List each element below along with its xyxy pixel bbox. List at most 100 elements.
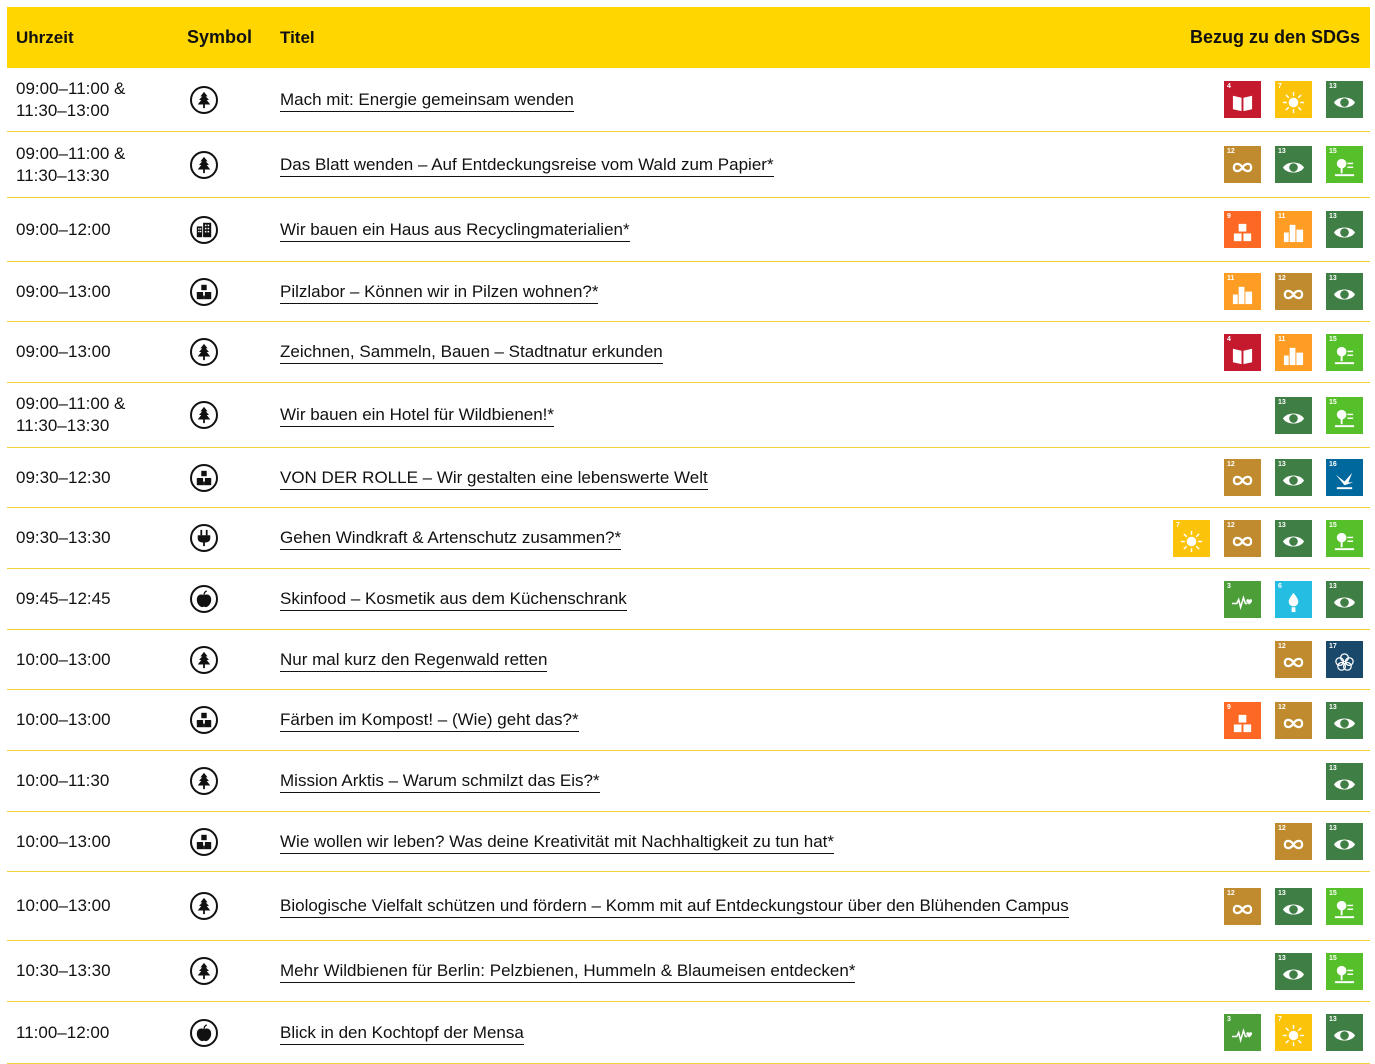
sdg-number: 4 <box>1227 83 1231 90</box>
event-title-link[interactable]: Pilzlabor – Können wir in Pilzen wohnen?… <box>280 281 599 304</box>
title-cell: Wir bauen ein Hotel für Wildbienen!* <box>255 404 1110 427</box>
time-line: 09:00–13:00 <box>16 342 111 361</box>
sdg-number: 13 <box>1329 1016 1337 1023</box>
sdg-12-badge: 12 <box>1224 146 1261 183</box>
tree-icon <box>189 150 218 179</box>
sdg-11-badge: 11 <box>1224 273 1261 310</box>
tree-icon <box>189 957 218 985</box>
table-row: 09:00–11:00 & 11:30–13:00 Mach mit: Energi… <box>7 68 1370 132</box>
time-cell: 09:00–11:00 & 11:30–13:30 <box>7 143 180 187</box>
sdg-cell: 4 7 13 <box>1110 81 1370 118</box>
sdg-15-badge: 15 <box>1326 146 1363 183</box>
plug-icon <box>189 524 218 552</box>
time-cell: 09:45–12:45 <box>7 588 180 610</box>
time-cell: 09:30–13:30 <box>7 527 180 549</box>
symbol-cell <box>180 706 255 734</box>
table-header: Uhrzeit Symbol Titel Bezug zu den SDGs <box>7 7 1370 68</box>
time-line: 09:00–11:00 & <box>16 394 126 413</box>
sdg-cell: 4 11 15 <box>1110 333 1370 371</box>
sdg-number: 13 <box>1278 461 1286 468</box>
time-cell: 10:30–13:30 <box>7 960 180 982</box>
table-row: 10:00–13:00 Biologische Vielfalt schützen… <box>7 872 1370 941</box>
time-cell: 09:30–12:30 <box>7 467 180 489</box>
time-line: 09:00–11:00 & <box>16 143 126 163</box>
tree-icon <box>189 645 218 674</box>
sdg-cell: 12 17 <box>1110 641 1370 678</box>
table-row: 09:00–11:00 & 11:30–13:30 Das Blatt wenden… <box>7 132 1370 198</box>
sdg-3-badge: 3 <box>1224 1014 1261 1051</box>
event-title-link[interactable]: Färben im Kompost! – (Wie) geht das?* <box>280 710 579 732</box>
sdg-cell: 13 15 <box>1110 396 1370 434</box>
sdg-15-badge: 15 <box>1326 952 1363 990</box>
symbol-cell <box>180 767 255 795</box>
time-line: 09:45–12:45 <box>16 589 111 608</box>
sdg-number: 13 <box>1278 954 1286 962</box>
sdg-cell: 13 <box>1110 762 1370 800</box>
header-symbol: Symbol <box>187 27 253 47</box>
sdg-7-badge: 7 <box>1275 81 1312 118</box>
title-cell: VON DER ROLLE – Wir gestalten eine leben… <box>255 467 1110 490</box>
table-row: 09:00–12:00 Wir bauen ein Haus aus Recycl… <box>7 198 1370 262</box>
tree-icon <box>189 401 218 429</box>
title-cell: Skinfood – Kosmetik aus dem Küchenschran… <box>255 588 1110 611</box>
event-title-link[interactable]: VON DER ROLLE – Wir gestalten eine leben… <box>280 467 708 490</box>
title-cell: Wie wollen wir leben? Was deine Kreativi… <box>255 831 1110 854</box>
sdg-number: 16 <box>1329 461 1337 468</box>
header-title: Titel <box>280 27 315 47</box>
time-line: 11:30–13:30 <box>16 165 110 185</box>
event-title-link[interactable]: Mach mit: Energie gemeinsam wenden <box>280 89 574 112</box>
event-title-link[interactable]: Wir bauen ein Haus aus Recyclingmaterial… <box>280 219 630 242</box>
symbol-cell <box>180 524 255 552</box>
table-row: 09:30–13:30 Gehen Windkraft & Artenschutz… <box>7 508 1370 569</box>
sdg-number: 7 <box>1278 83 1282 90</box>
event-title-link[interactable]: Gehen Windkraft & Artenschutz zusammen?* <box>280 528 622 550</box>
sdg-number: 13 <box>1278 148 1286 155</box>
title-cell: Biologische Vielfalt schützen und förder… <box>255 895 1110 918</box>
sdg-15-badge: 15 <box>1326 333 1363 371</box>
sdg-number: 12 <box>1227 148 1235 155</box>
time-cell: 09:00–12:00 <box>7 219 180 241</box>
tree-icon <box>189 892 218 920</box>
blocks-icon <box>189 463 218 492</box>
sdg-number: 13 <box>1329 213 1337 220</box>
sdg-11-badge: 11 <box>1275 333 1312 371</box>
sdg-number: 15 <box>1329 148 1337 155</box>
table-row: 11:00–12:00 Blick in den Kochtopf der Men… <box>7 1002 1370 1064</box>
time-line: 10:00–13:00 <box>16 710 111 729</box>
symbol-cell <box>180 645 255 674</box>
header-time: Uhrzeit <box>16 27 74 47</box>
sdg-13-badge: 13 <box>1326 273 1363 310</box>
sdg-13-badge: 13 <box>1326 823 1363 860</box>
event-title-link[interactable]: Mehr Wildbienen für Berlin: Pelzbienen, … <box>280 961 856 983</box>
symbol-cell <box>180 1018 255 1047</box>
event-title-link[interactable]: Biologische Vielfalt schützen und förder… <box>280 896 1069 918</box>
sdg-number: 12 <box>1227 889 1235 897</box>
sdg-13-badge: 13 <box>1326 580 1363 618</box>
time-line: 09:30–13:30 <box>16 528 111 547</box>
sdg-number: 7 <box>1176 521 1180 529</box>
event-title-link[interactable]: Wie wollen wir leben? Was deine Kreativi… <box>280 831 835 854</box>
sdg-12-badge: 12 <box>1275 273 1312 310</box>
time-line: 11:30–13:00 <box>16 100 110 120</box>
event-title-link[interactable]: Mission Arktis – Warum schmilzt das Eis?… <box>280 771 600 793</box>
event-title-link[interactable]: Zeichnen, Sammeln, Bauen – Stadtnatur er… <box>280 342 663 364</box>
title-cell: Das Blatt wenden – Auf Entdeckungsreise … <box>255 154 1110 177</box>
symbol-cell <box>180 277 255 306</box>
event-title-link[interactable]: Nur mal kurz den Regenwald retten <box>280 649 548 672</box>
table-row: 09:45–12:45 Skinfood – Kosmetik aus dem K… <box>7 569 1370 630</box>
event-title-link[interactable]: Das Blatt wenden – Auf Entdeckungsreise … <box>280 154 774 177</box>
time-cell: 10:00–13:00 <box>7 709 180 731</box>
symbol-cell <box>180 463 255 492</box>
tree-icon <box>189 767 218 795</box>
sdg-number: 13 <box>1278 889 1286 897</box>
sdg-3-badge: 3 <box>1224 580 1261 618</box>
event-title-link[interactable]: Skinfood – Kosmetik aus dem Küchenschran… <box>280 589 627 611</box>
sdg-number: 13 <box>1329 764 1337 772</box>
event-title-link[interactable]: Blick in den Kochtopf der Mensa <box>280 1022 524 1045</box>
title-cell: Zeichnen, Sammeln, Bauen – Stadtnatur er… <box>255 341 1110 364</box>
title-cell: Färben im Kompost! – (Wie) geht das?* <box>255 709 1110 732</box>
event-title-link[interactable]: Wir bauen ein Hotel für Wildbienen!* <box>280 405 555 427</box>
sdg-number: 11 <box>1278 335 1286 343</box>
title-cell: Mach mit: Energie gemeinsam wenden <box>255 89 1110 112</box>
sdg-number: 12 <box>1278 703 1286 711</box>
